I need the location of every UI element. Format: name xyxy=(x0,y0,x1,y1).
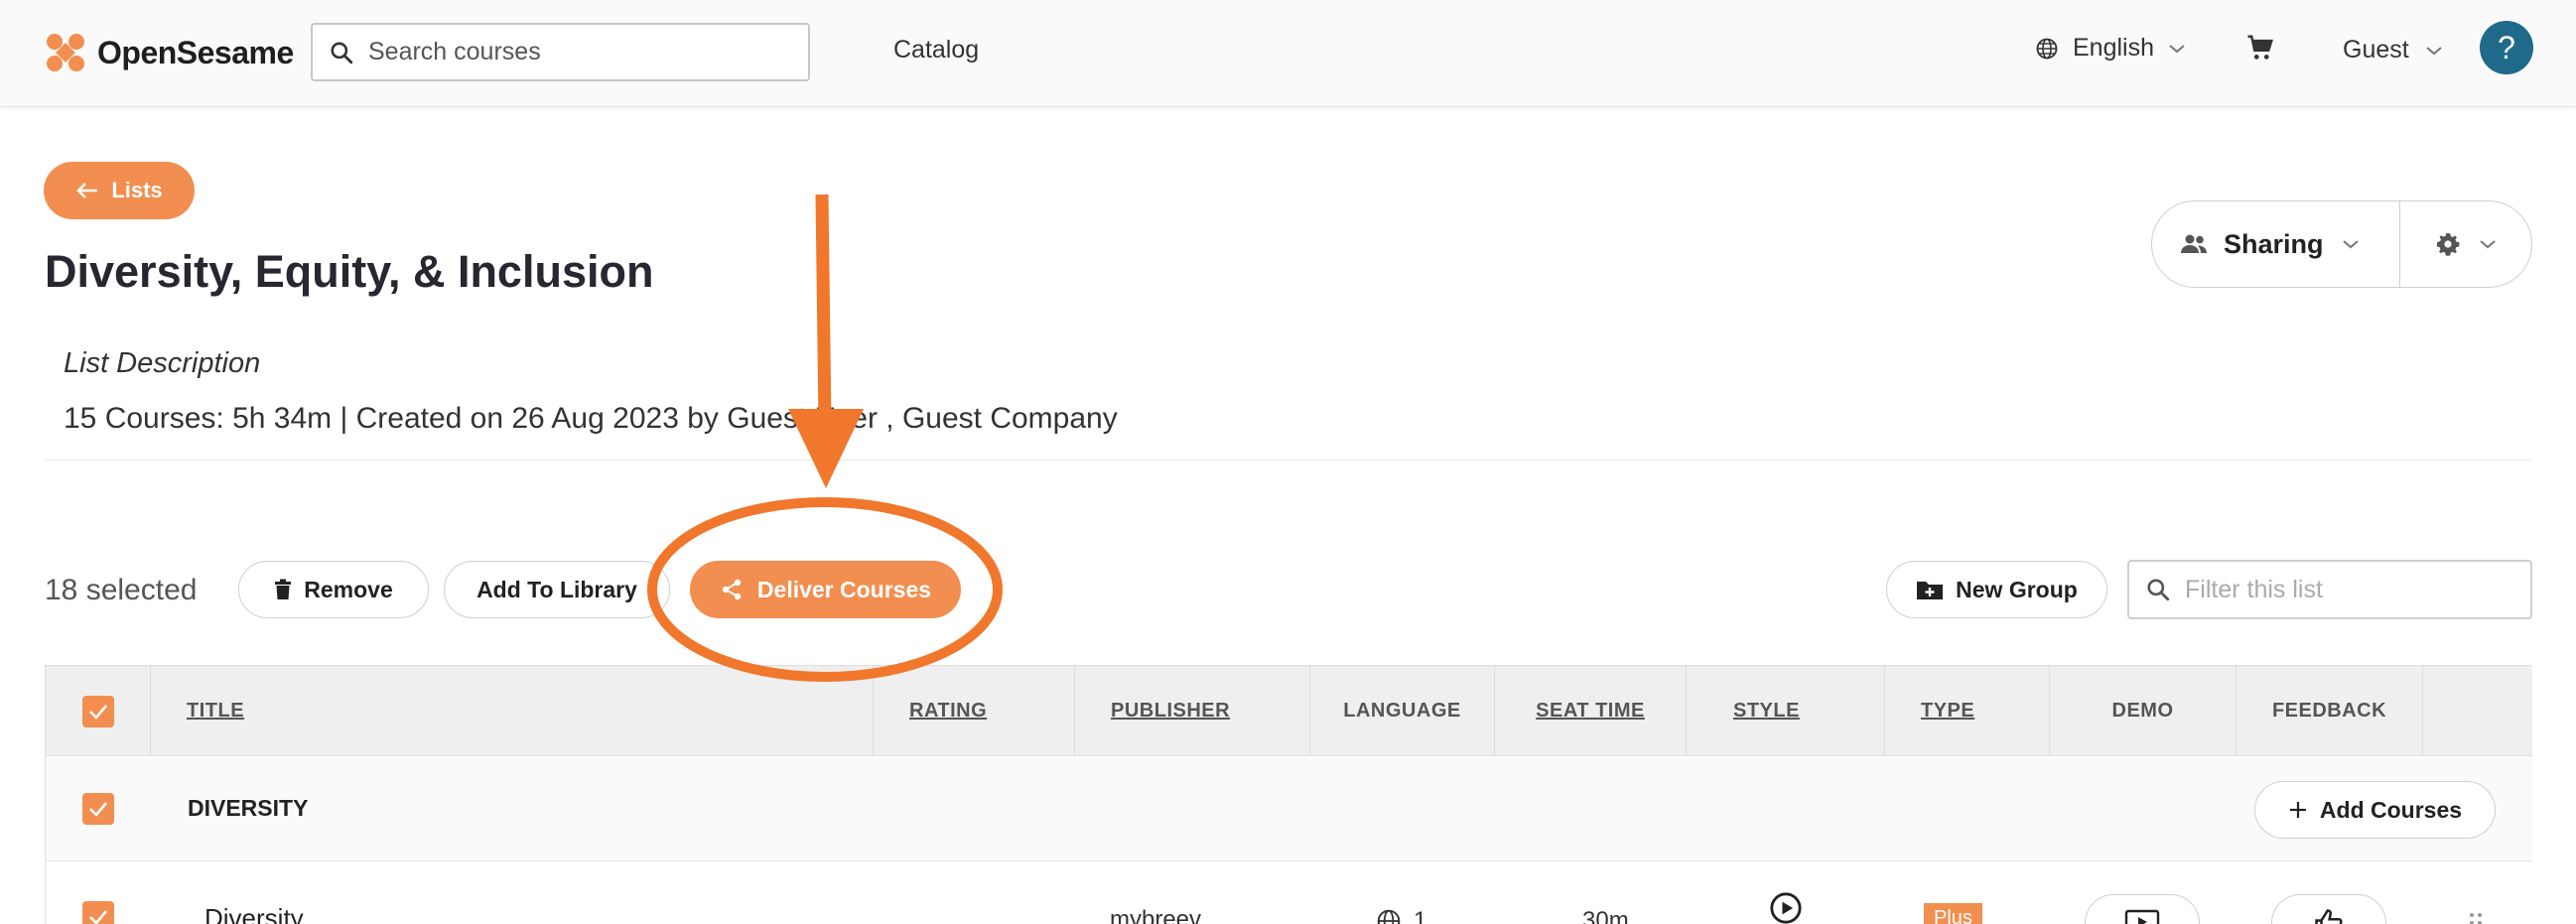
language-selector[interactable]: English xyxy=(2035,34,2186,63)
chevron-down-icon xyxy=(2342,240,2359,249)
thumbs-up-icon xyxy=(2315,909,2343,924)
column-feedback: FEEDBACK xyxy=(2236,666,2422,756)
table-header: TITLE RATING PUBLISHER LANGUAGE SEAT TIM… xyxy=(46,666,2532,756)
sharing-label: Sharing xyxy=(2224,228,2324,259)
globe-icon xyxy=(2036,38,2058,59)
nav-catalog[interactable]: Catalog xyxy=(893,36,979,65)
folder-add-icon xyxy=(1917,582,1944,599)
new-group-button[interactable]: New Group xyxy=(1886,561,2107,618)
sharing-dropdown[interactable]: Sharing xyxy=(2152,201,2400,287)
type-badge: Plus xyxy=(1924,903,1982,924)
demo-button[interactable] xyxy=(2085,894,2200,924)
sharing-controls: Sharing xyxy=(2151,200,2532,288)
deliver-courses-button[interactable]: Deliver Courses xyxy=(690,561,961,618)
divider xyxy=(45,460,2531,461)
cart-icon xyxy=(2247,35,2273,60)
logo-mark-icon xyxy=(47,34,84,71)
plus-icon xyxy=(2289,802,2306,818)
people-icon xyxy=(2181,234,2207,253)
column-style-label: STYLE xyxy=(1733,700,1800,722)
column-title-label: TITLE xyxy=(187,700,245,722)
column-title[interactable]: TITLE xyxy=(150,666,873,756)
list-meta: 15 Courses: 5h 34m | Created on 26 Aug 2… xyxy=(64,402,1118,435)
checkmark-icon xyxy=(89,802,107,817)
back-to-lists-button[interactable]: Lists xyxy=(44,162,195,219)
column-rating[interactable]: RATING xyxy=(873,666,1074,756)
course-title[interactable]: Diversity xyxy=(204,903,304,924)
add-courses-button[interactable]: Add Courses xyxy=(2254,781,2496,839)
video-icon xyxy=(2124,909,2160,924)
add-to-library-label: Add To Library xyxy=(476,576,637,602)
share-icon xyxy=(722,579,742,600)
select-all-checkbox[interactable] xyxy=(81,695,114,727)
column-publisher[interactable]: PUBLISHER xyxy=(1074,666,1309,756)
play-circle-icon xyxy=(1770,892,1802,924)
selected-count: 18 selected xyxy=(45,574,198,606)
chevron-down-icon xyxy=(2169,44,2185,53)
column-actions xyxy=(2422,666,2532,756)
chevron-down-icon xyxy=(2480,240,2496,249)
chevron-down-icon xyxy=(2426,46,2442,55)
table-row[interactable]: Diversity mybreev 1 30m Plus xyxy=(46,861,2532,924)
filter-list xyxy=(2127,560,2532,619)
filter-input[interactable] xyxy=(2185,575,2522,604)
group-row: DIVERSITY Add Courses xyxy=(46,757,2532,861)
add-to-library-button[interactable]: Add To Library xyxy=(444,561,670,618)
column-language: LANGUAGE xyxy=(1309,666,1494,756)
drag-handle-icon[interactable] xyxy=(2468,911,2484,924)
select-all-cell xyxy=(46,666,150,756)
search-icon xyxy=(2147,579,2170,601)
column-rating-label: RATING xyxy=(909,700,988,722)
deliver-courses-label: Deliver Courses xyxy=(756,576,932,602)
row-checkbox[interactable] xyxy=(82,901,114,924)
group-name: DIVERSITY xyxy=(188,795,309,821)
column-feedback-label: FEEDBACK xyxy=(2271,700,2387,722)
add-courses-label: Add Courses xyxy=(2319,796,2463,823)
remove-button[interactable]: Remove xyxy=(238,561,429,618)
top-bar: OpenSesame Catalog English xyxy=(0,0,2576,107)
help-button[interactable]: ? xyxy=(2480,21,2533,74)
brand-name: OpenSesame xyxy=(97,34,294,70)
language-label: English xyxy=(2073,34,2154,62)
new-group-label: New Group xyxy=(1956,576,2078,602)
column-type-label: TYPE xyxy=(1921,700,1975,722)
language-count: 1 xyxy=(1414,907,1427,924)
course-language: 1 xyxy=(1376,907,1426,924)
gear-icon xyxy=(2436,232,2460,256)
globe-icon xyxy=(1377,909,1401,924)
column-seat-time-label: SEAT TIME xyxy=(1536,700,1645,722)
checkmark-icon xyxy=(88,704,107,720)
opensesame-logo[interactable]: OpenSesame xyxy=(44,28,294,77)
checkmark-icon xyxy=(89,910,107,924)
course-table: TITLE RATING PUBLISHER LANGUAGE SEAT TIM… xyxy=(45,665,2532,924)
column-demo: DEMO xyxy=(2049,666,2236,756)
column-type[interactable]: TYPE xyxy=(1884,666,2049,756)
search-icon xyxy=(331,41,353,64)
back-label: Lists xyxy=(111,178,163,202)
cart-button[interactable] xyxy=(2245,33,2275,67)
user-name: Guest xyxy=(2343,36,2409,64)
trash-icon xyxy=(275,579,292,599)
annotation-arrow xyxy=(788,194,864,488)
column-language-label: LANGUAGE xyxy=(1343,700,1461,722)
page-title: Diversity, Equity, & Inclusion xyxy=(45,246,654,297)
remove-label: Remove xyxy=(304,576,393,602)
course-seat-time: 30m xyxy=(1582,907,1629,924)
page: OpenSesame Catalog English xyxy=(0,0,2576,924)
course-publisher: mybreev xyxy=(1110,906,1202,924)
list-description-label: List Description xyxy=(64,347,261,379)
column-style[interactable]: STYLE xyxy=(1686,666,1884,756)
feedback-button[interactable] xyxy=(2271,894,2386,924)
course-search xyxy=(311,23,810,81)
column-demo-label: DEMO xyxy=(2111,700,2174,722)
user-menu[interactable]: Guest xyxy=(2343,36,2443,65)
arrow-left-icon xyxy=(76,183,98,198)
group-checkbox[interactable] xyxy=(82,793,114,825)
column-seat-time[interactable]: SEAT TIME xyxy=(1494,666,1686,756)
settings-dropdown[interactable] xyxy=(2400,201,2531,287)
column-publisher-label: PUBLISHER xyxy=(1111,700,1231,722)
search-input[interactable] xyxy=(368,38,785,66)
